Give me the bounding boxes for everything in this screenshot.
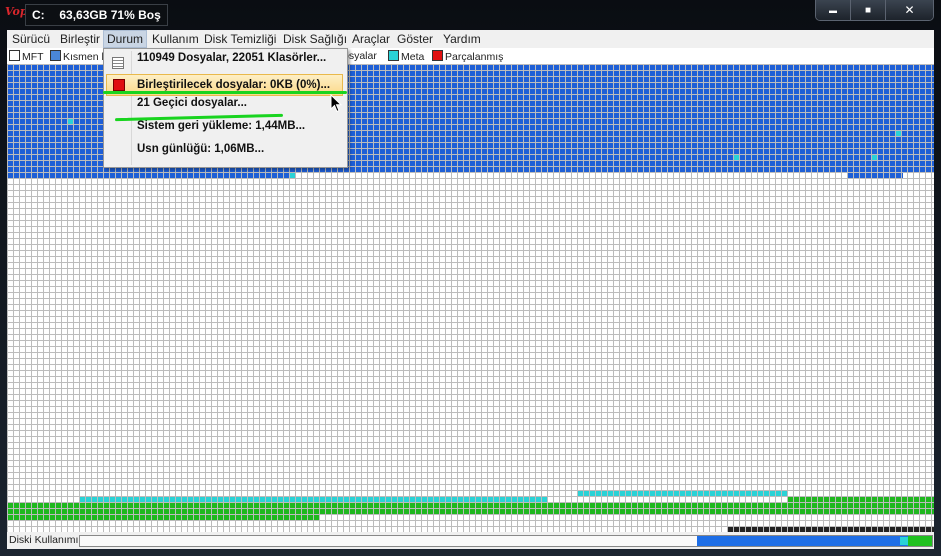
minimize-button[interactable]: ▬ (816, 0, 851, 20)
legend-fragmented: Parçalanmış (432, 50, 504, 63)
close-button[interactable]: ✕ (886, 0, 933, 20)
menu-kullanim[interactable]: Kullanım (149, 30, 202, 48)
close-icon: ✕ (904, 3, 915, 17)
legend-partial-label: Kısmen b (63, 51, 108, 63)
menu-item-usn-journal-label: Usn günlüğü: 1,06MB... (137, 143, 265, 155)
menu-disk-sagligi[interactable]: Disk Sağlığı (280, 30, 350, 48)
legend-meta-label: Meta (401, 51, 425, 63)
menu-item-system-restore-label: Sistem geri yükleme: 1,44MB... (137, 120, 306, 132)
mft-swatch (9, 50, 20, 61)
legend-meta: Meta (388, 50, 425, 63)
status-bar: Diski Kullanımı: (7, 532, 934, 549)
meta-swatch (388, 50, 399, 61)
menu-durum[interactable]: Durum (103, 30, 148, 48)
menu-surucu[interactable]: Sürücü (9, 30, 53, 48)
menu-yardim[interactable]: Yardım (440, 30, 484, 48)
legend-mft-label: MFT (22, 51, 44, 63)
minimize-icon: ▬ (829, 5, 837, 15)
drive-letter: C: (32, 8, 45, 22)
app-window: Vopt C: 63,63GB 71% Boş ▬ ■ ✕ Sürücü Bir… (0, 0, 941, 556)
legend-mft: MFT (9, 50, 44, 63)
fragmented-swatch (432, 50, 443, 61)
window-controls: ▬ ■ ✕ (815, 0, 934, 21)
usage-meta-fill (900, 537, 908, 545)
legend-files: osyalar (343, 50, 377, 62)
drive-summary: 63,63GB 71% Boş (59, 8, 161, 22)
menu-item-usn-journal[interactable]: Usn günlüğü: 1,06MB... (106, 143, 343, 165)
red-square-icon (113, 79, 125, 91)
durum-dropdown-menu: 110949 Dosyalar, 22051 Klasörler... Birl… (103, 48, 348, 168)
menu-item-temp-files-label: 21 Geçici dosyalar... (137, 97, 247, 109)
title-bar: Vopt C: 63,63GB 71% Boş ▬ ■ ✕ (0, 0, 941, 30)
menu-item-files-folders[interactable]: 110949 Dosyalar, 22051 Klasörler... (106, 52, 343, 74)
menu-bar: Sürücü Birleştir Durum Kullanım Disk Tem… (7, 30, 934, 48)
window-title: C: 63,63GB 71% Boş (25, 4, 168, 26)
menu-araclar[interactable]: Araçlar (349, 30, 393, 48)
partial-swatch (50, 50, 61, 61)
disk-usage-label: Diski Kullanımı: (9, 534, 82, 546)
menu-item-system-restore[interactable]: Sistem geri yükleme: 1,44MB... (106, 120, 343, 142)
menu-item-files-folders-label: 110949 Dosyalar, 22051 Klasörler... (137, 52, 327, 64)
maximize-icon: ■ (864, 4, 872, 16)
menu-disk-temizligi[interactable]: Disk Temizliği (201, 30, 279, 48)
menu-birlestir[interactable]: Birleştir (57, 30, 103, 48)
legend-files-label: osyalar (343, 50, 377, 62)
legend-fragmented-label: Parçalanmış (445, 51, 504, 63)
list-icon (112, 57, 124, 69)
maximize-button[interactable]: ■ (851, 0, 886, 20)
annotation-underline-1 (103, 91, 347, 94)
usage-green-fill (908, 536, 932, 546)
mouse-cursor-icon (330, 94, 343, 113)
menu-goster[interactable]: Göster (394, 30, 436, 48)
legend-partial: Kısmen b (50, 50, 108, 63)
disk-usage-bar (79, 535, 933, 547)
usage-used-fill (697, 536, 932, 546)
